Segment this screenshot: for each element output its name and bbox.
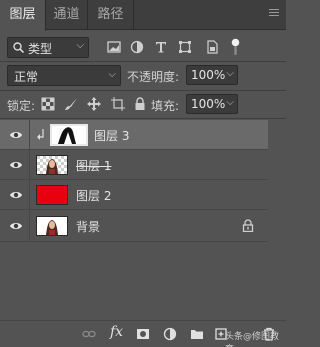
layer-thumbnail[interactable] — [36, 155, 68, 175]
lock-image-pixels-icon[interactable] — [63, 96, 79, 112]
lock-label: 锁定: — [7, 99, 36, 113]
portrait-icon — [46, 159, 58, 174]
filter-toggle-icon[interactable] — [231, 38, 240, 56]
mask-silhouette-icon — [52, 126, 86, 144]
fill-value: 100% — [191, 97, 226, 111]
layer-thumbnail[interactable] — [36, 185, 68, 205]
layers-panel: 图层 通道 路径 类型 ⌵ 正常 ⌵ 不透明度: 100% ⌵ 锁定: 填充: … — [0, 0, 286, 347]
pixel-filter-icon[interactable] — [106, 39, 122, 55]
opacity-value: 100% — [191, 68, 226, 82]
panel-footer: fx 头条@修图教育 — [0, 320, 286, 347]
eye-icon[interactable] — [9, 189, 23, 201]
smart-object-filter-icon[interactable] — [204, 39, 220, 55]
chevron-down-icon: ⌵ — [76, 40, 84, 51]
filter-kind-label: 类型 — [28, 42, 53, 56]
opacity-field[interactable]: 100% ⌵ — [186, 65, 238, 85]
divider — [29, 150, 30, 180]
divider — [0, 118, 286, 119]
eye-icon[interactable] — [9, 220, 23, 232]
chevron-down-icon: ⌵ — [108, 69, 116, 80]
layer-name[interactable]: 图层 2 — [76, 187, 111, 204]
layer-row[interactable]: 图层 3 — [0, 120, 268, 150]
layer-name[interactable]: 图层 1 — [76, 157, 111, 174]
chevron-down-icon[interactable]: ⌵ — [226, 97, 234, 108]
fx-icon[interactable]: fx — [110, 324, 123, 340]
tab-layers[interactable]: 图层 — [0, 0, 46, 31]
clipping-arrow-icon — [37, 129, 44, 140]
fill-field[interactable]: 100% ⌵ — [186, 94, 238, 114]
watermark-text: 头条@修图教育 — [225, 332, 280, 347]
divider — [0, 90, 286, 91]
eye-icon[interactable] — [9, 159, 23, 171]
layer-row[interactable]: 图层 2 — [0, 180, 268, 210]
type-filter-icon[interactable] — [153, 39, 169, 55]
layer-thumbnail[interactable] — [50, 124, 88, 146]
blend-mode-select[interactable]: 正常 ⌵ — [7, 65, 121, 86]
layer-thumbnail[interactable] — [36, 216, 68, 236]
portrait-icon — [37, 217, 67, 235]
link-layers-icon[interactable] — [82, 327, 96, 341]
blend-mode-value: 正常 — [14, 70, 39, 84]
lock-transparent-pixels-icon[interactable] — [40, 96, 56, 112]
layer-list: 图层 3 图层 1 图层 2 背景 — [0, 120, 286, 320]
lock-all-icon[interactable] — [132, 96, 148, 112]
divider — [29, 180, 30, 210]
add-mask-icon[interactable] — [136, 327, 150, 341]
opacity-label: 不透明度: — [127, 70, 180, 84]
lock-artboard-icon[interactable] — [110, 96, 126, 112]
group-icon[interactable] — [190, 327, 204, 341]
divider — [29, 120, 30, 150]
eye-icon[interactable] — [9, 129, 23, 141]
shape-filter-icon[interactable] — [177, 39, 193, 55]
chevron-down-icon[interactable]: ⌵ — [226, 68, 234, 79]
lock-icon[interactable] — [242, 219, 254, 232]
adjustment-layer-icon[interactable] — [163, 327, 177, 341]
divider — [0, 61, 286, 62]
tab-paths[interactable]: 路径 — [88, 0, 134, 30]
layer-name[interactable]: 背景 — [76, 218, 100, 235]
layer-row[interactable]: 图层 1 — [0, 150, 268, 180]
lock-position-icon[interactable] — [86, 96, 102, 112]
adjustment-filter-icon[interactable] — [129, 39, 145, 55]
search-icon — [13, 42, 24, 53]
panel-tab-bar: 图层 通道 路径 — [0, 0, 286, 31]
fill-label: 填充: — [151, 99, 180, 113]
panel-menu-icon[interactable] — [269, 9, 279, 19]
tab-channels[interactable]: 通道 — [46, 0, 88, 30]
layer-name[interactable]: 图层 3 — [94, 127, 129, 144]
divider — [29, 210, 30, 242]
layer-filter-select[interactable]: 类型 ⌵ — [7, 37, 89, 58]
layer-row[interactable]: 背景 — [0, 210, 268, 242]
